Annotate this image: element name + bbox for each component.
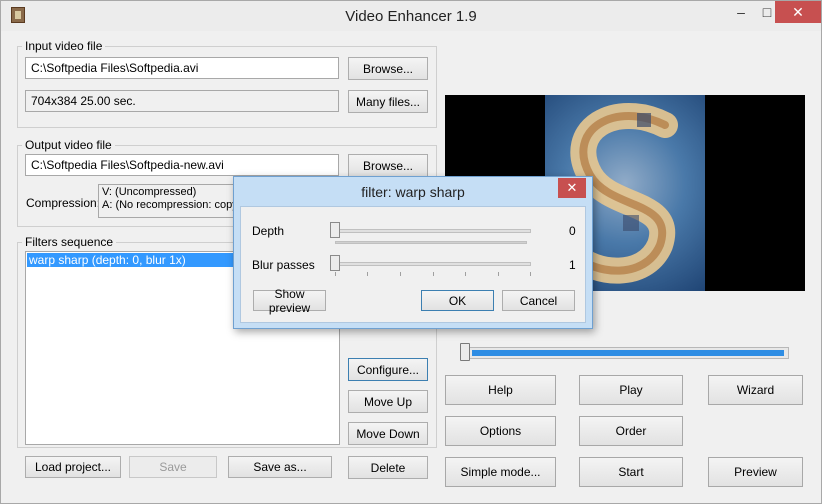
- output-browse-button[interactable]: Browse...: [348, 154, 428, 177]
- position-slider-track[interactable]: [465, 347, 789, 359]
- close-button[interactable]: ✕: [775, 1, 821, 23]
- minimize-button[interactable]: –: [727, 1, 755, 23]
- depth-slider-thumb[interactable]: [330, 222, 340, 238]
- warp-sharp-dialog: filter: warp sharp ✕ Depth 0 Blur passes…: [233, 176, 593, 329]
- compression-video: V: (Uncompressed): [102, 186, 197, 198]
- dialog-title: filter: warp sharp: [361, 184, 465, 200]
- show-preview-button[interactable]: Show preview: [253, 287, 326, 315]
- compression-audio: A: (No recompression: copy: [102, 199, 238, 211]
- dialog-close-button[interactable]: ✕: [558, 178, 586, 198]
- position-slider-fill: [472, 350, 784, 356]
- input-info-field: 704x384 25.00 sec.: [25, 90, 339, 112]
- output-group-label: Output video file: [22, 138, 115, 152]
- position-slider-thumb[interactable]: [460, 343, 470, 361]
- window-title: Video Enhancer 1.9: [345, 8, 477, 25]
- cancel-button[interactable]: Cancel: [502, 290, 575, 311]
- play-button[interactable]: Play: [579, 375, 683, 405]
- many-files-button[interactable]: Many files...: [348, 90, 428, 113]
- help-button[interactable]: Help: [445, 375, 556, 405]
- title-bar: Video Enhancer 1.9 – □ ✕: [1, 1, 821, 31]
- depth-label: Depth: [252, 224, 285, 238]
- blur-passes-value: 1: [569, 258, 576, 272]
- move-down-button[interactable]: Move Down: [348, 422, 428, 445]
- compression-box[interactable]: V: (Uncompressed) A: (No recompression: …: [98, 184, 248, 218]
- depth-slider-track[interactable]: [335, 229, 531, 233]
- filters-group-label: Filters sequence: [22, 235, 117, 249]
- input-group-label: Input video file: [22, 39, 106, 53]
- delete-button[interactable]: Delete: [348, 456, 428, 479]
- preview-button[interactable]: Preview: [708, 457, 803, 487]
- blur-passes-slider-thumb[interactable]: [330, 255, 340, 271]
- depth-slider-ticks: [335, 241, 527, 244]
- options-button[interactable]: Options: [445, 416, 556, 446]
- blur-passes-label: Blur passes: [252, 258, 315, 272]
- save-button[interactable]: Save: [129, 456, 217, 478]
- dialog-body: Depth 0 Blur passes 1 Show preview OK Ca…: [240, 206, 586, 323]
- save-as-button[interactable]: Save as...: [228, 456, 332, 478]
- configure-button[interactable]: Configure...: [348, 358, 428, 381]
- depth-value: 0: [569, 224, 576, 238]
- simple-mode-button[interactable]: Simple mode...: [445, 457, 556, 487]
- main-window: Video Enhancer 1.9 – □ ✕ Input video fil…: [0, 0, 822, 504]
- input-browse-button[interactable]: Browse...: [348, 57, 428, 80]
- ok-button[interactable]: OK: [421, 290, 494, 311]
- order-button[interactable]: Order: [579, 416, 683, 446]
- output-path-field[interactable]: C:\Softpedia Files\Softpedia-new.avi: [25, 154, 339, 176]
- blur-passes-slider-track[interactable]: [335, 262, 531, 266]
- move-up-button[interactable]: Move Up: [348, 390, 428, 413]
- blur-passes-slider-ticks: [335, 272, 531, 276]
- wizard-button[interactable]: Wizard: [708, 375, 803, 405]
- start-button[interactable]: Start: [579, 457, 683, 487]
- compression-label: Compression:: [26, 196, 101, 210]
- input-path-field[interactable]: C:\Softpedia Files\Softpedia.avi: [25, 57, 339, 79]
- load-project-button[interactable]: Load project...: [25, 456, 121, 478]
